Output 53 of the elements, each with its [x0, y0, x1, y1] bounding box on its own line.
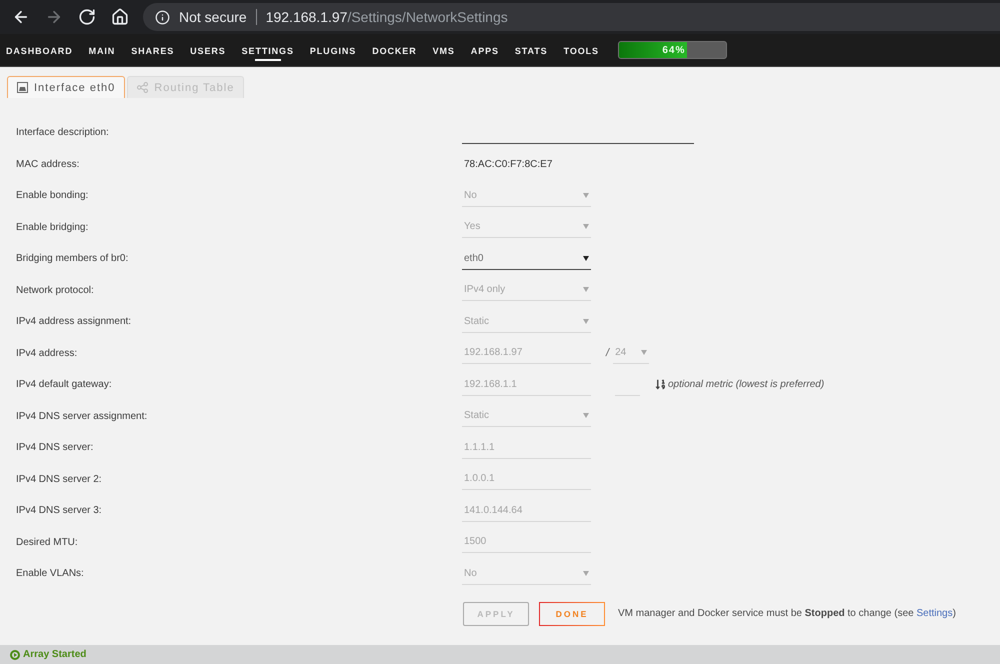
info-icon: [155, 10, 170, 24]
field-label: IPv4 DNS server 2:: [16, 474, 103, 485]
caret-icon: [641, 350, 648, 356]
field-label: IPv4 address:: [16, 348, 78, 359]
field-label: IPv4 address assignment:: [16, 316, 132, 328]
status-text: Array Started: [23, 649, 86, 660]
menu-item[interactable]: DOCKER: [372, 40, 417, 60]
menu-item[interactable]: PLUGINS: [310, 40, 356, 60]
field-label: IPv4 DNS server assignment:: [16, 410, 148, 422]
tab[interactable]: Interface eth0: [7, 76, 126, 98]
menu-item[interactable]: MAIN: [88, 40, 116, 60]
field-label: Interface description:: [16, 127, 110, 138]
usage-label: 64%: [662, 44, 686, 56]
share-icon: [137, 82, 148, 93]
picture-icon: [17, 82, 28, 93]
field-label: Desired MTU:: [16, 536, 79, 548]
done-button[interactable]: DONE: [539, 602, 605, 626]
address-bar[interactable]: Not secure 192.168.1.97/Settings/NetworkSettings: [143, 3, 1000, 31]
reload-icon: [78, 8, 96, 26]
field-label: IPv4 DNS server:: [16, 442, 94, 454]
play-circle-icon: [10, 650, 20, 660]
menu-item[interactable]: VMS: [432, 40, 455, 60]
field-label: Enable bridging:: [16, 222, 90, 233]
field-label: Enable VLANs:: [16, 568, 85, 580]
url-text: 192.168.1.97/Settings/NetworkSettings: [266, 9, 508, 25]
menu-item[interactable]: DASHBOARD: [6, 40, 73, 60]
home-icon: [110, 8, 128, 26]
caret-icon: [583, 287, 589, 292]
field-label: Enable bonding:: [16, 190, 90, 202]
field-label: Bridging members of br0:: [16, 253, 130, 264]
field-label: IPv4 DNS server 3:: [16, 505, 103, 516]
security-label: Not secure: [179, 9, 247, 25]
field-label: IPv4 default gateway:: [16, 379, 113, 390]
menu-item[interactable]: TOOLS: [564, 40, 599, 60]
prefix-separator: /: [606, 347, 610, 360]
caret-icon: [583, 570, 589, 576]
menu-item[interactable]: USERS: [190, 40, 226, 60]
field-label: MAC address:: [16, 158, 80, 170]
sort-numeric-icon: [655, 379, 666, 390]
caret-icon: [583, 256, 589, 261]
select-field[interactable]: eth0: [462, 248, 591, 270]
caret-icon: [583, 318, 589, 324]
mac-address-value: 78:AC:C0:F7:8C:E7: [463, 158, 552, 170]
menu-item[interactable]: STATS: [514, 40, 548, 60]
caret-icon: [583, 413, 589, 418]
menu-item[interactable]: APPS: [470, 40, 499, 60]
menu-item[interactable]: SHARES: [131, 40, 174, 60]
field-label: Network protocol:: [16, 284, 95, 296]
caret-icon: [583, 224, 589, 230]
service-note: VM manager and Docker service must be Stopped to change (see Settings): [618, 608, 956, 619]
settings-link[interactable]: Settings: [916, 608, 953, 619]
caret-icon: [583, 192, 589, 198]
metric-hint: optional metric (lowest is preferred): [668, 379, 824, 390]
